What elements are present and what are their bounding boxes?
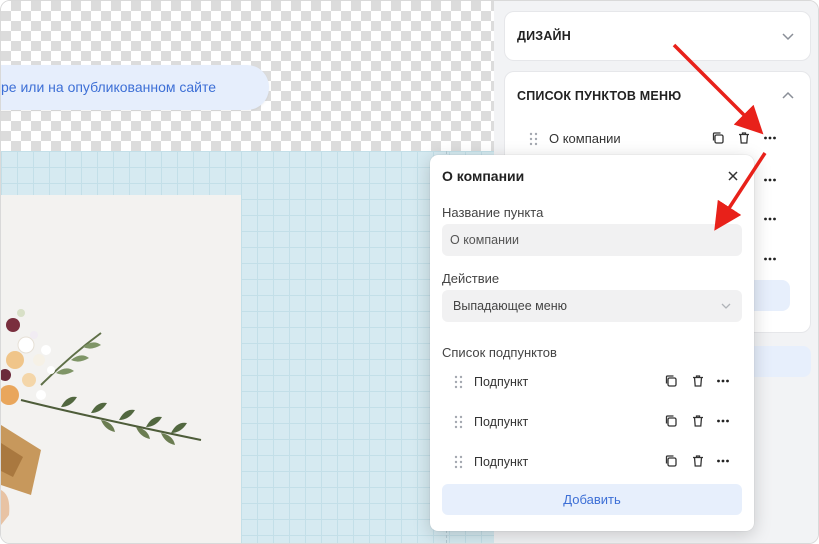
drag-handle-icon[interactable] (454, 375, 464, 389)
more-icon[interactable] (763, 173, 777, 187)
drag-handle-icon[interactable] (454, 455, 464, 469)
app-window: ре или на опубликованном сайте ДИЗАЙН СП… (0, 0, 819, 544)
flower-illustration (1, 195, 241, 543)
trash-icon[interactable] (691, 414, 705, 428)
menu-item-row[interactable]: О компании (525, 129, 795, 149)
close-icon[interactable] (726, 169, 740, 183)
drag-handle-icon[interactable] (529, 132, 539, 146)
copy-icon[interactable] (664, 454, 678, 468)
chevron-up-icon[interactable] (780, 88, 796, 104)
more-icon[interactable] (763, 252, 777, 266)
item-name-label: Название пункта (442, 205, 544, 220)
subitem-row[interactable]: Подпункт (450, 452, 732, 472)
copy-icon[interactable] (664, 374, 678, 388)
copy-icon[interactable] (711, 131, 725, 145)
more-icon[interactable] (763, 131, 777, 145)
more-icon[interactable] (716, 374, 730, 388)
design-section[interactable]: ДИЗАЙН (504, 11, 811, 61)
copy-icon[interactable] (664, 414, 678, 428)
flower-photo (1, 195, 241, 543)
action-select-value: Выпадающее меню (453, 299, 568, 313)
more-icon[interactable] (716, 454, 730, 468)
subitem-label: Подпункт (474, 455, 529, 469)
popup-title: О компании (442, 168, 525, 184)
editor-canvas: ре или на опубликованном сайте (1, 1, 494, 543)
drag-handle-icon[interactable] (454, 415, 464, 429)
subitem-row[interactable]: Подпункт (450, 412, 732, 432)
subitem-label: Подпункт (474, 415, 529, 429)
action-select[interactable]: Выпадающее меню (442, 290, 742, 322)
more-icon[interactable] (716, 414, 730, 428)
hint-banner: ре или на опубликованном сайте (1, 65, 269, 110)
menu-section-title: СПИСОК ПУНКТОВ МЕНЮ (517, 89, 682, 103)
subitems-label: Список подпунктов (442, 345, 557, 360)
more-icon[interactable] (763, 212, 777, 226)
item-name-input[interactable] (442, 224, 742, 256)
trash-icon[interactable] (691, 454, 705, 468)
trash-icon[interactable] (737, 131, 751, 145)
trash-icon[interactable] (691, 374, 705, 388)
chevron-down-icon (721, 303, 731, 309)
design-section-title: ДИЗАЙН (517, 29, 571, 43)
chevron-down-icon[interactable] (780, 28, 796, 44)
subitem-label: Подпункт (474, 375, 529, 389)
subitem-row[interactable]: Подпункт (450, 372, 732, 392)
menu-item-label: О компании (549, 131, 621, 146)
action-label: Действие (442, 271, 500, 286)
menu-item-editor-popup: О компании Название пункта Действие Выпа… (430, 155, 754, 531)
add-subitem-button[interactable]: Добавить (442, 484, 742, 515)
